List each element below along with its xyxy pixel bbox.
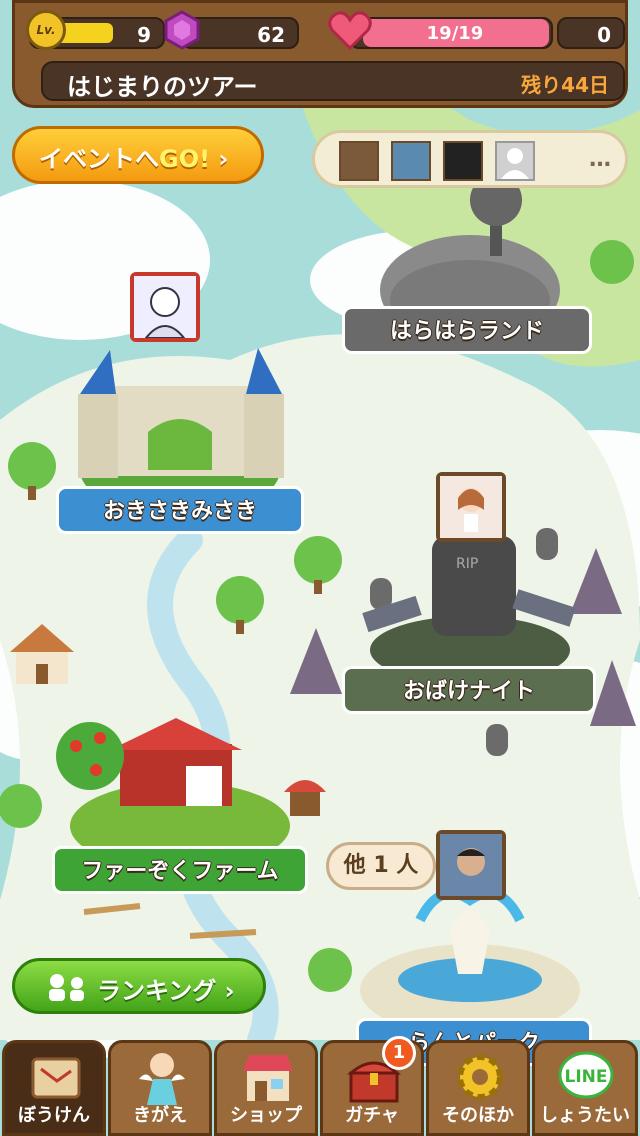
gem-icon <box>164 10 200 50</box>
tab-dressup[interactable]: きがえ <box>108 1040 212 1136</box>
hp-text: 19/19 <box>426 23 484 44</box>
bottom-nav: ぼうけん きがえ ショップ ガチャ そのほか LINE しょうたい <box>0 1040 640 1136</box>
days-left: 残り44日 <box>521 73 609 97</box>
friend-portrait <box>440 476 502 538</box>
tab-adventure-label: ぼうけん <box>18 1105 90 1126</box>
tour-title: はじまりのツアー <box>67 73 258 101</box>
tab-shop[interactable]: ショップ <box>214 1040 318 1136</box>
heart-icon <box>328 11 372 50</box>
tour-banner: はじまりのツアー 残り44日 <box>41 61 625 101</box>
friends-strip[interactable]: … <box>312 130 628 188</box>
event-go-label: GO! <box>159 145 211 173</box>
hp-display: 19/19 <box>349 17 553 49</box>
location-harahara-land[interactable]: はらはらランド <box>342 306 592 354</box>
tab-dressup-label: きがえ <box>133 1105 187 1126</box>
map-scroll-icon <box>31 1057 81 1099</box>
tab-gacha-label: ガチャ <box>345 1105 399 1126</box>
tab-invite-label: しょうたい <box>540 1105 630 1126</box>
friend-marker[interactable] <box>436 830 506 900</box>
player-avatar-marker[interactable] <box>130 272 200 342</box>
chevron-right-icon: › <box>224 977 235 1005</box>
shop-icon <box>243 1055 293 1101</box>
svg-text:LINE: LINE <box>565 1067 608 1087</box>
friend-portrait <box>440 834 502 896</box>
tab-other[interactable]: そのほか <box>426 1040 530 1136</box>
svg-text:RIP: RIP <box>456 556 478 572</box>
tab-shop-label: ショップ <box>230 1105 302 1126</box>
coin-display: 0 <box>557 17 625 49</box>
ranking-button[interactable]: ランキング › <box>12 958 266 1014</box>
coin-count: 0 <box>597 23 611 47</box>
angel-avatar-icon <box>139 1053 185 1105</box>
ranking-label: ランキング <box>97 977 217 1005</box>
friend-marker[interactable] <box>436 472 506 542</box>
top-hud: 9 62 19/19 0 はじまりのツアー 残り44日 <box>12 0 628 108</box>
line-logo-icon: LINE <box>558 1051 614 1099</box>
location-okisaki-misaki[interactable]: おきさきみさき <box>56 486 304 534</box>
more-friends-icon[interactable]: … <box>589 147 611 172</box>
event-go-button[interactable]: イベントへGO! › <box>12 126 264 184</box>
user-silhouette-icon <box>501 148 529 179</box>
gem-count: 62 <box>257 23 285 47</box>
location-fuzoku-farm[interactable]: ファーぞくファーム <box>52 846 308 894</box>
level-value: 9 <box>137 23 151 47</box>
chevron-right-icon: › <box>218 145 229 173</box>
tab-invite[interactable]: LINE しょうたい <box>532 1040 638 1136</box>
player-portrait <box>134 276 196 339</box>
friend-avatar-placeholder[interactable] <box>495 141 535 181</box>
friend-avatar[interactable] <box>339 141 379 181</box>
friend-avatar[interactable] <box>391 141 431 181</box>
event-label: イベントへ <box>39 145 159 173</box>
friend-avatar[interactable] <box>443 141 483 181</box>
level-badge-icon: Lv. <box>26 10 66 50</box>
gacha-notification-badge: 1 <box>382 1036 416 1070</box>
other-players-count[interactable]: 他 1 人 <box>326 842 436 890</box>
tab-other-label: そのほか <box>442 1105 514 1126</box>
location-obake-night[interactable]: おばけナイト <box>342 666 596 714</box>
gear-icon <box>457 1054 503 1100</box>
users-icon <box>49 974 84 1001</box>
tab-adventure[interactable]: ぼうけん <box>2 1040 106 1136</box>
